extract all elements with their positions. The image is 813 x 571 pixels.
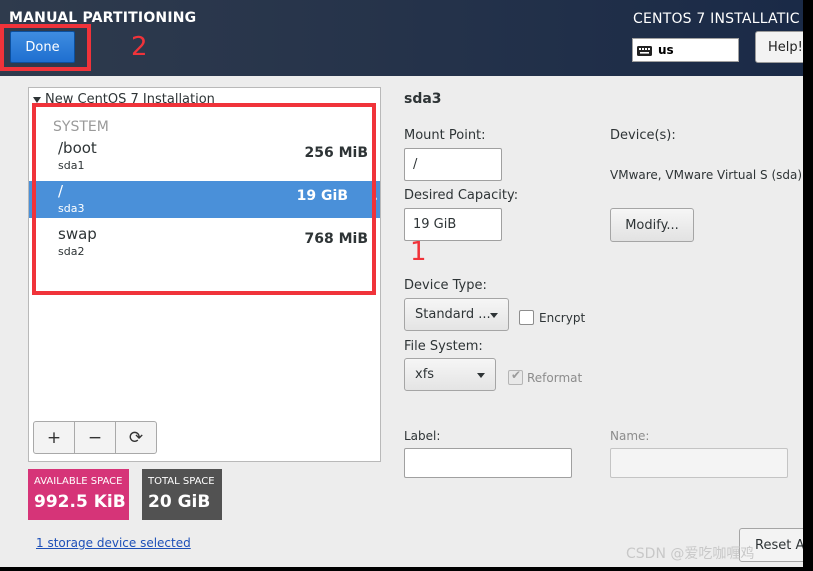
encrypt-checkbox[interactable] [519, 310, 534, 325]
total-space-badge: TOTAL SPACE 20 GiB [142, 469, 222, 520]
mount-point-input[interactable]: / [404, 148, 502, 181]
label-field-label: Label: [404, 429, 441, 443]
devices-value: VMware, VMware Virtual S (sda) [610, 168, 803, 182]
file-system-dropdown[interactable]: xfs [404, 358, 496, 391]
annotation-number-2: 2 [131, 32, 148, 62]
add-partition-button[interactable]: + [34, 422, 75, 453]
available-space-value: 992.5 KiB [34, 492, 126, 512]
total-space-label: TOTAL SPACE [148, 476, 215, 487]
available-space-badge: AVAILABLE SPACE 992.5 KiB [28, 469, 129, 520]
annotation-box-partitions [32, 103, 376, 295]
help-button[interactable]: Help! [755, 31, 803, 63]
checkmark-icon: ✔ [511, 368, 522, 382]
device-type-dropdown[interactable]: Standard ... [404, 298, 509, 331]
reformat-checkbox[interactable]: ✔ [508, 368, 523, 385]
label-input[interactable] [404, 448, 572, 478]
installer-window: MANUAL PARTITIONING CENTOS 7 INSTALLATIC… [0, 0, 803, 567]
watermark: CSDN @爱吃咖喱鸡 [626, 546, 755, 562]
available-space-label: AVAILABLE SPACE [34, 476, 123, 487]
partition-toolbar: + − ⟳ [33, 421, 157, 454]
device-type-label: Device Type: [404, 278, 487, 293]
product-title: CENTOS 7 INSTALLATIC [633, 11, 800, 27]
storage-devices-link[interactable]: 1 storage device selected [36, 536, 191, 550]
refresh-button[interactable]: ⟳ [116, 422, 156, 453]
keyboard-layout-label: us [658, 43, 674, 57]
devices-label: Device(s): [610, 128, 676, 143]
file-system-label: File System: [404, 339, 483, 354]
name-field-label: Name: [610, 429, 650, 443]
name-input[interactable] [610, 448, 788, 478]
annotation-number-1: 1 [410, 237, 427, 267]
chevron-down-icon [490, 313, 498, 318]
chevron-down-icon [477, 373, 485, 378]
mount-point-label: Mount Point: [404, 128, 486, 143]
total-space-value: 20 GiB [148, 492, 211, 512]
encrypt-label: Encrypt [539, 311, 586, 325]
keyboard-icon [637, 45, 652, 56]
keyboard-layout-indicator[interactable]: us [632, 38, 739, 62]
file-system-value: xfs [415, 367, 435, 382]
modify-devices-button[interactable]: Modify... [610, 208, 694, 242]
remove-partition-button[interactable]: − [75, 422, 116, 453]
device-type-value: Standard ... [415, 307, 491, 322]
partition-details-title: sda3 [404, 91, 442, 107]
expander-down-icon [33, 96, 41, 103]
top-bar: MANUAL PARTITIONING CENTOS 7 INSTALLATIC… [0, 0, 803, 76]
reformat-label: Reformat [527, 371, 583, 385]
desired-capacity-label: Desired Capacity: [404, 188, 519, 203]
annotation-box-done [0, 24, 91, 71]
